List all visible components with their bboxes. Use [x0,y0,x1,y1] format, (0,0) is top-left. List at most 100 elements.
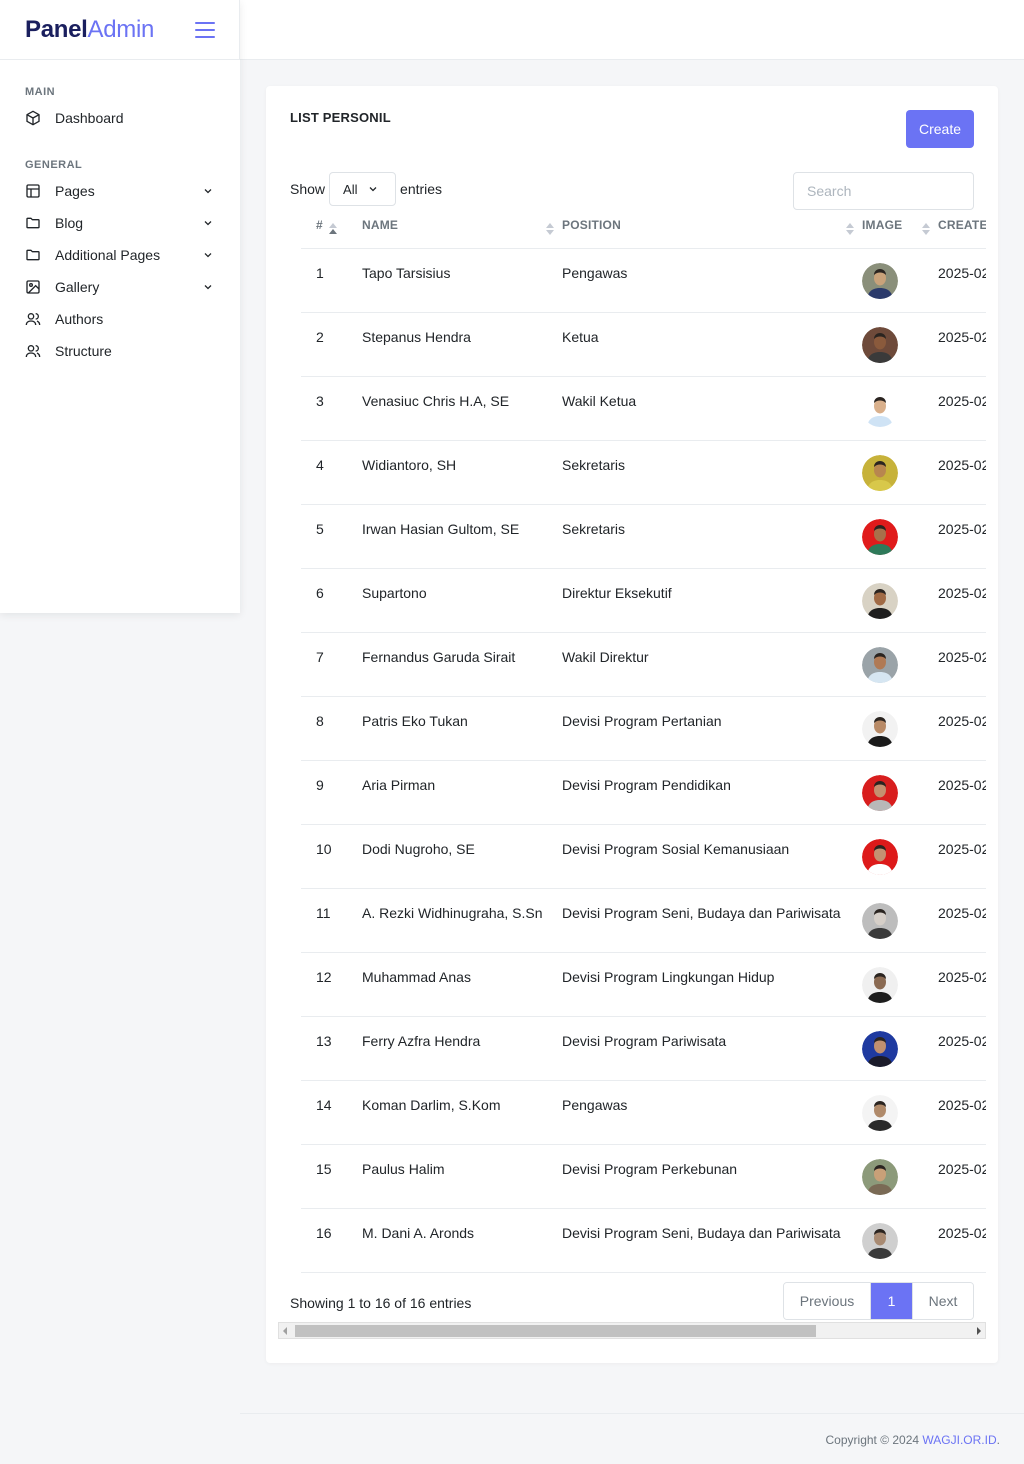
cell-position: Devisi Program Pertanian [562,696,862,761]
cell-number: 12 [301,952,362,1017]
chevron-down-icon [202,281,214,293]
entries-select[interactable]: All [329,172,397,206]
column-header-position[interactable]: POSITION [562,208,862,249]
cell-created: 2025-02 [938,1016,986,1081]
sidebar-item-label: Additional Pages [55,247,161,263]
personil-card: LIST PERSONIL Create Show All entries # … [266,86,998,1363]
table-row: 5 Irwan Hasian Gultom, SE Sekretaris 2025-… [301,504,986,569]
entries-select-value: All [343,181,358,197]
folder-icon [25,215,41,231]
horizontal-scrollbar[interactable] [278,1322,986,1339]
cell-position: Devisi Program Lingkungan Hidup [562,952,862,1017]
avatar[interactable] [862,262,898,299]
create-button[interactable]: Create [906,110,974,148]
table-row: 16 M. Dani A. Aronds Devisi Program Seni, … [301,1208,986,1273]
cell-number: 11 [301,888,362,953]
cell-number: 8 [301,696,362,761]
scroll-right-icon[interactable] [977,1327,981,1335]
cell-name: Fernandus Garuda Sirait [362,632,562,697]
avatar[interactable] [862,966,898,1003]
cell-image [862,760,938,825]
avatar[interactable] [862,518,898,555]
cell-created: 2025-02 [938,760,986,825]
scroll-left-icon[interactable] [283,1327,287,1335]
table-row: 6 Supartono Direktur Eksekutif 2025-02 [301,568,986,633]
search-input[interactable] [793,172,974,210]
chevron-down-icon [202,249,214,261]
brand-logo[interactable]: PanelAdmin [25,16,154,44]
cell-name: Supartono [362,568,562,633]
column-header-label: CREATED [938,217,986,232]
image-icon [25,279,41,295]
menu-toggle-icon[interactable] [195,21,215,38]
avatar[interactable] [862,710,898,747]
users-icon [25,311,41,327]
avatar[interactable] [862,902,898,939]
cell-created: 2025-02 [938,1144,986,1209]
avatar[interactable] [862,1222,898,1259]
avatar[interactable] [862,582,898,619]
cell-created: 2025-02 [938,1208,986,1273]
cell-position: Devisi Program Perkebunan [562,1144,862,1209]
cell-number: 13 [301,1016,362,1081]
previous-page-button[interactable]: Previous [784,1283,871,1319]
cell-position: Sekretaris [562,440,862,505]
cell-name: Venasiuc Chris H.A, SE [362,376,562,441]
sidebar: PanelAdmin MAIN Dashboard GENERAL Pages … [0,0,240,613]
nav-section-main: MAIN [25,86,56,98]
pagination: Previous 1 Next [783,1282,974,1320]
avatar[interactable] [862,1094,898,1131]
avatar[interactable] [862,1030,898,1067]
cell-position: Devisi Program Seni, Budaya dan Pariwisa… [562,1208,862,1273]
cell-created: 2025-02 [938,632,986,697]
cell-position: Devisi Program Sosial Kemanusiaan [562,824,862,889]
cell-number: 5 [301,504,362,569]
table-row: 1 Tapo Tarsisius Pengawas 2025-02 [301,248,986,313]
sidebar-item-blog[interactable]: Blog [0,207,240,239]
copyright: Copyright © 2024 WAGJI.OR.ID. [826,1433,1000,1447]
copyright-suffix: . [996,1433,1000,1447]
sidebar-item-pages[interactable]: Pages [0,175,240,207]
cube-icon [25,110,41,126]
avatar[interactable] [862,838,898,875]
cell-position: Wakil Ketua [562,376,862,441]
sidebar-item-dashboard[interactable]: Dashboard [0,102,240,134]
sidebar-item-structure[interactable]: Structure [0,335,240,367]
table-row: 2 Stepanus Hendra Ketua 2025-02 [301,312,986,377]
column-header-created[interactable]: CREATED [938,208,986,249]
sidebar-item-additional-pages[interactable]: Additional Pages [0,239,240,271]
cell-name: Muhammad Anas [362,952,562,1017]
table-row: 12 Muhammad Anas Devisi Program Lingkungan… [301,952,986,1017]
cell-image [862,1016,938,1081]
site-link[interactable]: WAGJI.OR.ID [922,1433,996,1447]
cell-name: Aria Pirman [362,760,562,825]
cell-name: Paulus Halim [362,1144,562,1209]
table-row: 3 Venasiuc Chris H.A, SE Wakil Ketua 2025-… [301,376,986,441]
avatar[interactable] [862,390,898,427]
table-row: 4 Widiantoro, SH Sekretaris 2025-02 [301,440,986,505]
table-row: 8 Patris Eko Tukan Devisi Program Pertania… [301,696,986,761]
avatar[interactable] [862,1158,898,1195]
cell-name: Stepanus Hendra [362,312,562,377]
sidebar-item-label: Blog [55,215,84,231]
cell-created: 2025-02 [938,824,986,889]
column-header-name[interactable]: NAME [362,208,562,249]
avatar[interactable] [862,454,898,491]
cell-number: 14 [301,1080,362,1145]
cell-name: Patris Eko Tukan [362,696,562,761]
scrollbar-thumb[interactable] [295,1325,816,1337]
sidebar-item-gallery[interactable]: Gallery [0,271,240,303]
cell-created: 2025-02 [938,888,986,953]
page-1-button[interactable]: 1 [871,1283,912,1319]
cell-position: Wakil Direktur [562,632,862,697]
entries-label: entries [400,181,443,197]
avatar[interactable] [862,326,898,363]
column-header-number[interactable]: # [301,208,362,249]
cell-number: 2 [301,312,362,377]
next-page-button[interactable]: Next [912,1283,973,1319]
avatar[interactable] [862,646,898,683]
cell-image [862,376,938,441]
avatar[interactable] [862,774,898,811]
column-header-image[interactable]: IMAGE [862,208,938,249]
sidebar-item-authors[interactable]: Authors [0,303,240,335]
